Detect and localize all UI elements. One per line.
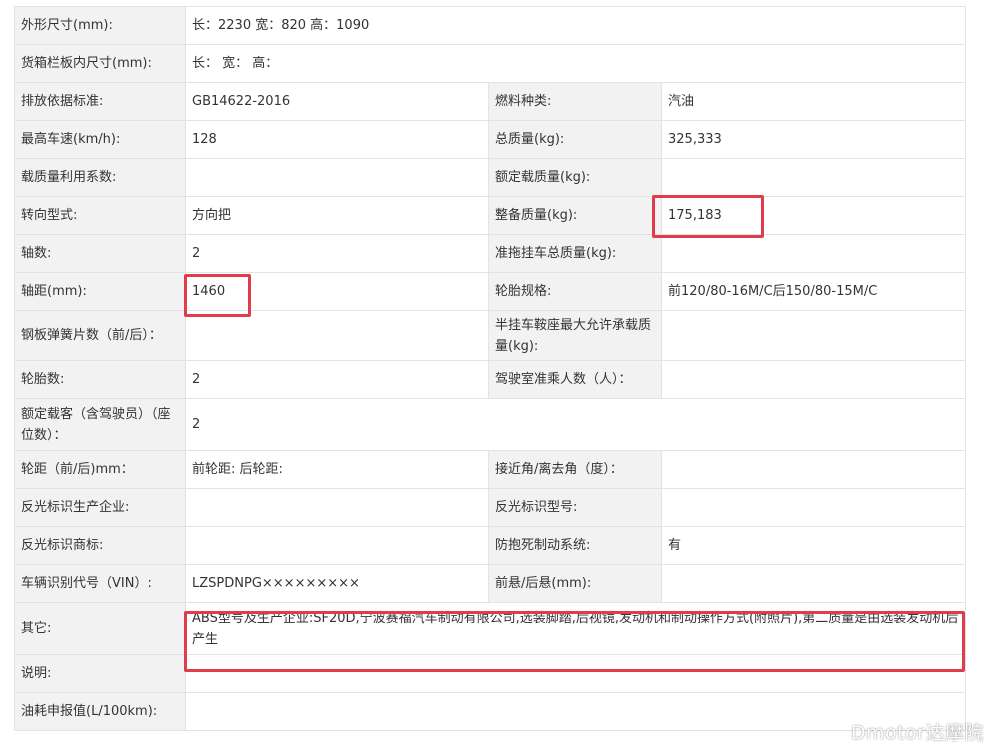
- spec-value: 128: [185, 120, 489, 159]
- table-row: 载质量利用系数: 额定载质量(kg):: [14, 158, 967, 197]
- spec-label: 反光标识商标:: [14, 526, 186, 565]
- table-row: 钢板弹簧片数（前/后）： 半挂车鞍座最大允许承载质量(kg):: [14, 310, 967, 361]
- table-row: 额定载客（含驾驶员）（座位数）： 2: [14, 398, 967, 451]
- highlight-other-notes: [184, 611, 965, 672]
- table-row: 轴数: 2 准拖挂车总质量(kg):: [14, 234, 967, 273]
- table-row: 反光标识生产企业: 反光标识型号:: [14, 488, 967, 527]
- table-row: 轮距（前/后)mm： 前轮距: 后轮距: 接近角/离去角（度）：: [14, 450, 967, 489]
- spec-value: 2: [185, 234, 489, 273]
- spec-value: 前120/80-16M/C后150/80-15M/C: [660, 272, 967, 311]
- spec-value: [660, 310, 967, 361]
- spec-value: [660, 360, 967, 399]
- spec-label: 前悬/后悬(mm):: [488, 564, 662, 603]
- spec-label: 总质量(kg):: [488, 120, 662, 159]
- spec-value: 2: [185, 360, 489, 399]
- spec-label: 轴距(mm):: [14, 272, 186, 311]
- spec-label: 额定载客（含驾驶员）（座位数）：: [14, 398, 186, 451]
- spec-label: 轮胎规格:: [488, 272, 662, 311]
- spec-label: 油耗申报值(L/100km):: [14, 692, 186, 731]
- spec-label: 额定载质量(kg):: [488, 158, 662, 197]
- spec-value: [185, 310, 489, 361]
- table-row: 轴距(mm): 1460 轮胎规格: 前120/80-16M/C后150/80-…: [14, 272, 967, 311]
- spec-value: 长： 宽： 高：: [184, 44, 967, 83]
- spec-label: 反光标识型号:: [488, 488, 662, 527]
- spec-value: LZSPDNPG×××××××××: [185, 564, 489, 603]
- spec-label: 准拖挂车总质量(kg):: [488, 234, 662, 273]
- spec-value: [660, 450, 967, 489]
- spec-label: 轮距（前/后)mm：: [14, 450, 186, 489]
- spec-label: 钢板弹簧片数（前/后）：: [14, 310, 186, 361]
- table-row: 货箱栏板内尺寸(mm): 长： 宽： 高：: [14, 44, 967, 83]
- spec-value: 长：2230 宽：820 高：1090: [184, 6, 967, 45]
- table-row: 排放依据标准: GB14622-2016 燃料种类: 汽油: [14, 82, 967, 121]
- watermark-logo: Dmotor达摩院: [850, 722, 984, 744]
- spec-value: [660, 564, 967, 603]
- spec-value: 有: [660, 526, 967, 565]
- spec-label: 车辆识别代号（VIN）:: [14, 564, 186, 603]
- spec-label: 转向型式:: [14, 196, 186, 235]
- spec-label: 整备质量(kg):: [488, 196, 662, 235]
- spec-label: 反光标识生产企业:: [14, 488, 186, 527]
- spec-value: [184, 692, 967, 731]
- spec-label: 防抱死制动系统:: [488, 526, 662, 565]
- highlight-wheelbase: [184, 274, 251, 317]
- spec-label: 说明:: [14, 654, 186, 693]
- table-row: 外形尺寸(mm): 长：2230 宽：820 高：1090: [14, 6, 967, 45]
- spec-label: 轴数:: [14, 234, 186, 273]
- spec-value: [185, 158, 489, 197]
- spec-value: [660, 234, 967, 273]
- table-row: 油耗申报值(L/100km):: [14, 692, 967, 731]
- spec-label: 半挂车鞍座最大允许承载质量(kg):: [488, 310, 662, 361]
- table-row: 反光标识商标: 防抱死制动系统: 有: [14, 526, 967, 565]
- table-row: 车辆识别代号（VIN）: LZSPDNPG××××××××× 前悬/后悬(mm)…: [14, 564, 967, 603]
- table-row: 轮胎数: 2 驾驶室准乘人数（人）：: [14, 360, 967, 399]
- table-row: 转向型式: 方向把 整备质量(kg): 175,183: [14, 196, 967, 235]
- spec-value: 汽油: [660, 82, 967, 121]
- spec-label: 燃料种类:: [488, 82, 662, 121]
- spec-value: 325,333: [660, 120, 967, 159]
- spec-value: 方向把: [185, 196, 489, 235]
- spec-label: 轮胎数:: [14, 360, 186, 399]
- spec-value: [185, 526, 489, 565]
- spec-label: 货箱栏板内尺寸(mm):: [14, 44, 186, 83]
- spec-value: GB14622-2016: [185, 82, 489, 121]
- spec-value: 前轮距: 后轮距:: [185, 450, 489, 489]
- table-row: 最高车速(km/h): 128 总质量(kg): 325,333: [14, 120, 967, 159]
- spec-value: 2: [184, 398, 967, 451]
- spec-label: 最高车速(km/h):: [14, 120, 186, 159]
- spec-label: 载质量利用系数:: [14, 158, 186, 197]
- highlight-curb-weight: [652, 195, 764, 238]
- spec-label: 驾驶室准乘人数（人）：: [488, 360, 662, 399]
- spec-value: [660, 158, 967, 197]
- spec-label: 排放依据标准:: [14, 82, 186, 121]
- spec-value: [660, 488, 967, 527]
- spec-value: [185, 488, 489, 527]
- spec-label: 外形尺寸(mm):: [14, 6, 186, 45]
- spec-label: 接近角/离去角（度）：: [488, 450, 662, 489]
- spec-label: 其它:: [14, 602, 186, 655]
